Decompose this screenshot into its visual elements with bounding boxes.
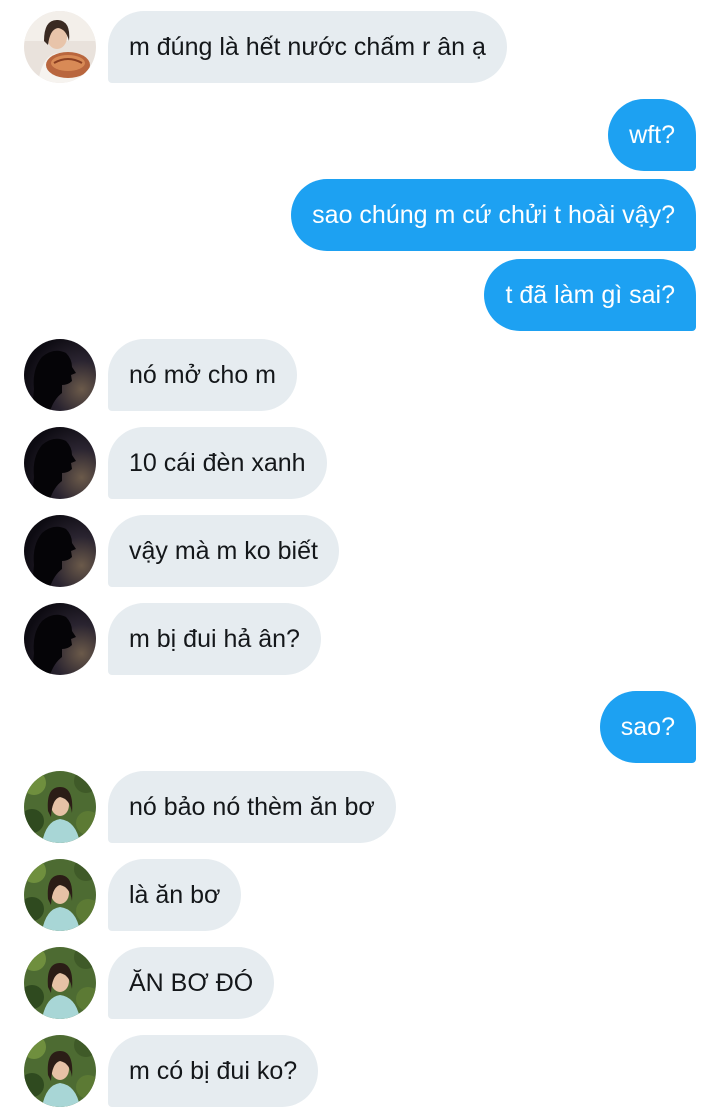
message-bubble[interactable]: vậy mà m ko biết	[108, 515, 339, 587]
message-bubble[interactable]: m đúng là hết nước chấm r ân ạ	[108, 11, 507, 83]
avatar-silhouette[interactable]	[24, 515, 96, 587]
message-row-incoming: vậy mà m ko biết	[0, 515, 720, 587]
avatar-garden-girl[interactable]	[24, 771, 96, 843]
message-bubble[interactable]: sao?	[599, 691, 696, 763]
message-row-incoming: m bị đui hả ân?	[0, 603, 720, 675]
message-row-incoming: 10 cái đèn xanh	[0, 427, 720, 499]
avatar-silhouette[interactable]	[24, 427, 96, 499]
message-bubble[interactable]: m có bị đui ko?	[108, 1035, 319, 1107]
message-row-incoming: là ăn bơ	[0, 859, 720, 931]
message-bubble[interactable]: 10 cái đèn xanh	[108, 427, 327, 499]
message-row-outgoing: t đã làm gì sai?	[0, 259, 720, 331]
message-bubble[interactable]: t đã làm gì sai?	[484, 259, 696, 331]
avatar-food-girl[interactable]	[24, 11, 96, 83]
message-bubble[interactable]: nó mở cho m	[108, 339, 297, 411]
message-row-incoming: nó mở cho m	[0, 339, 720, 411]
message-row-outgoing: sao chúng m cứ chửi t hoài vậy?	[0, 179, 720, 251]
avatar-garden-girl[interactable]	[24, 947, 96, 1019]
message-bubble[interactable]: nó bảo nó thèm ăn bơ	[108, 771, 396, 843]
message-bubble[interactable]: ĂN BƠ ĐÓ	[108, 947, 275, 1019]
message-bubble[interactable]: wft?	[608, 99, 696, 171]
message-bubble[interactable]: sao chúng m cứ chửi t hoài vậy?	[291, 179, 696, 251]
message-bubble[interactable]: m bị đui hả ân?	[108, 603, 321, 675]
message-bubble[interactable]: là ăn bơ	[108, 859, 242, 931]
message-row-outgoing: wft?	[0, 99, 720, 171]
message-row-outgoing: sao?	[0, 691, 720, 763]
message-row-incoming: nó bảo nó thèm ăn bơ	[0, 771, 720, 843]
avatar-garden-girl[interactable]	[24, 859, 96, 931]
avatar-garden-girl[interactable]	[24, 1035, 96, 1107]
avatar-silhouette[interactable]	[24, 339, 96, 411]
avatar-silhouette[interactable]	[24, 603, 96, 675]
message-row-incoming: ĂN BƠ ĐÓ	[0, 947, 720, 1019]
message-row-incoming: m đúng là hết nước chấm r ân ạ	[0, 11, 720, 83]
message-row-incoming: m có bị đui ko?	[0, 1035, 720, 1107]
